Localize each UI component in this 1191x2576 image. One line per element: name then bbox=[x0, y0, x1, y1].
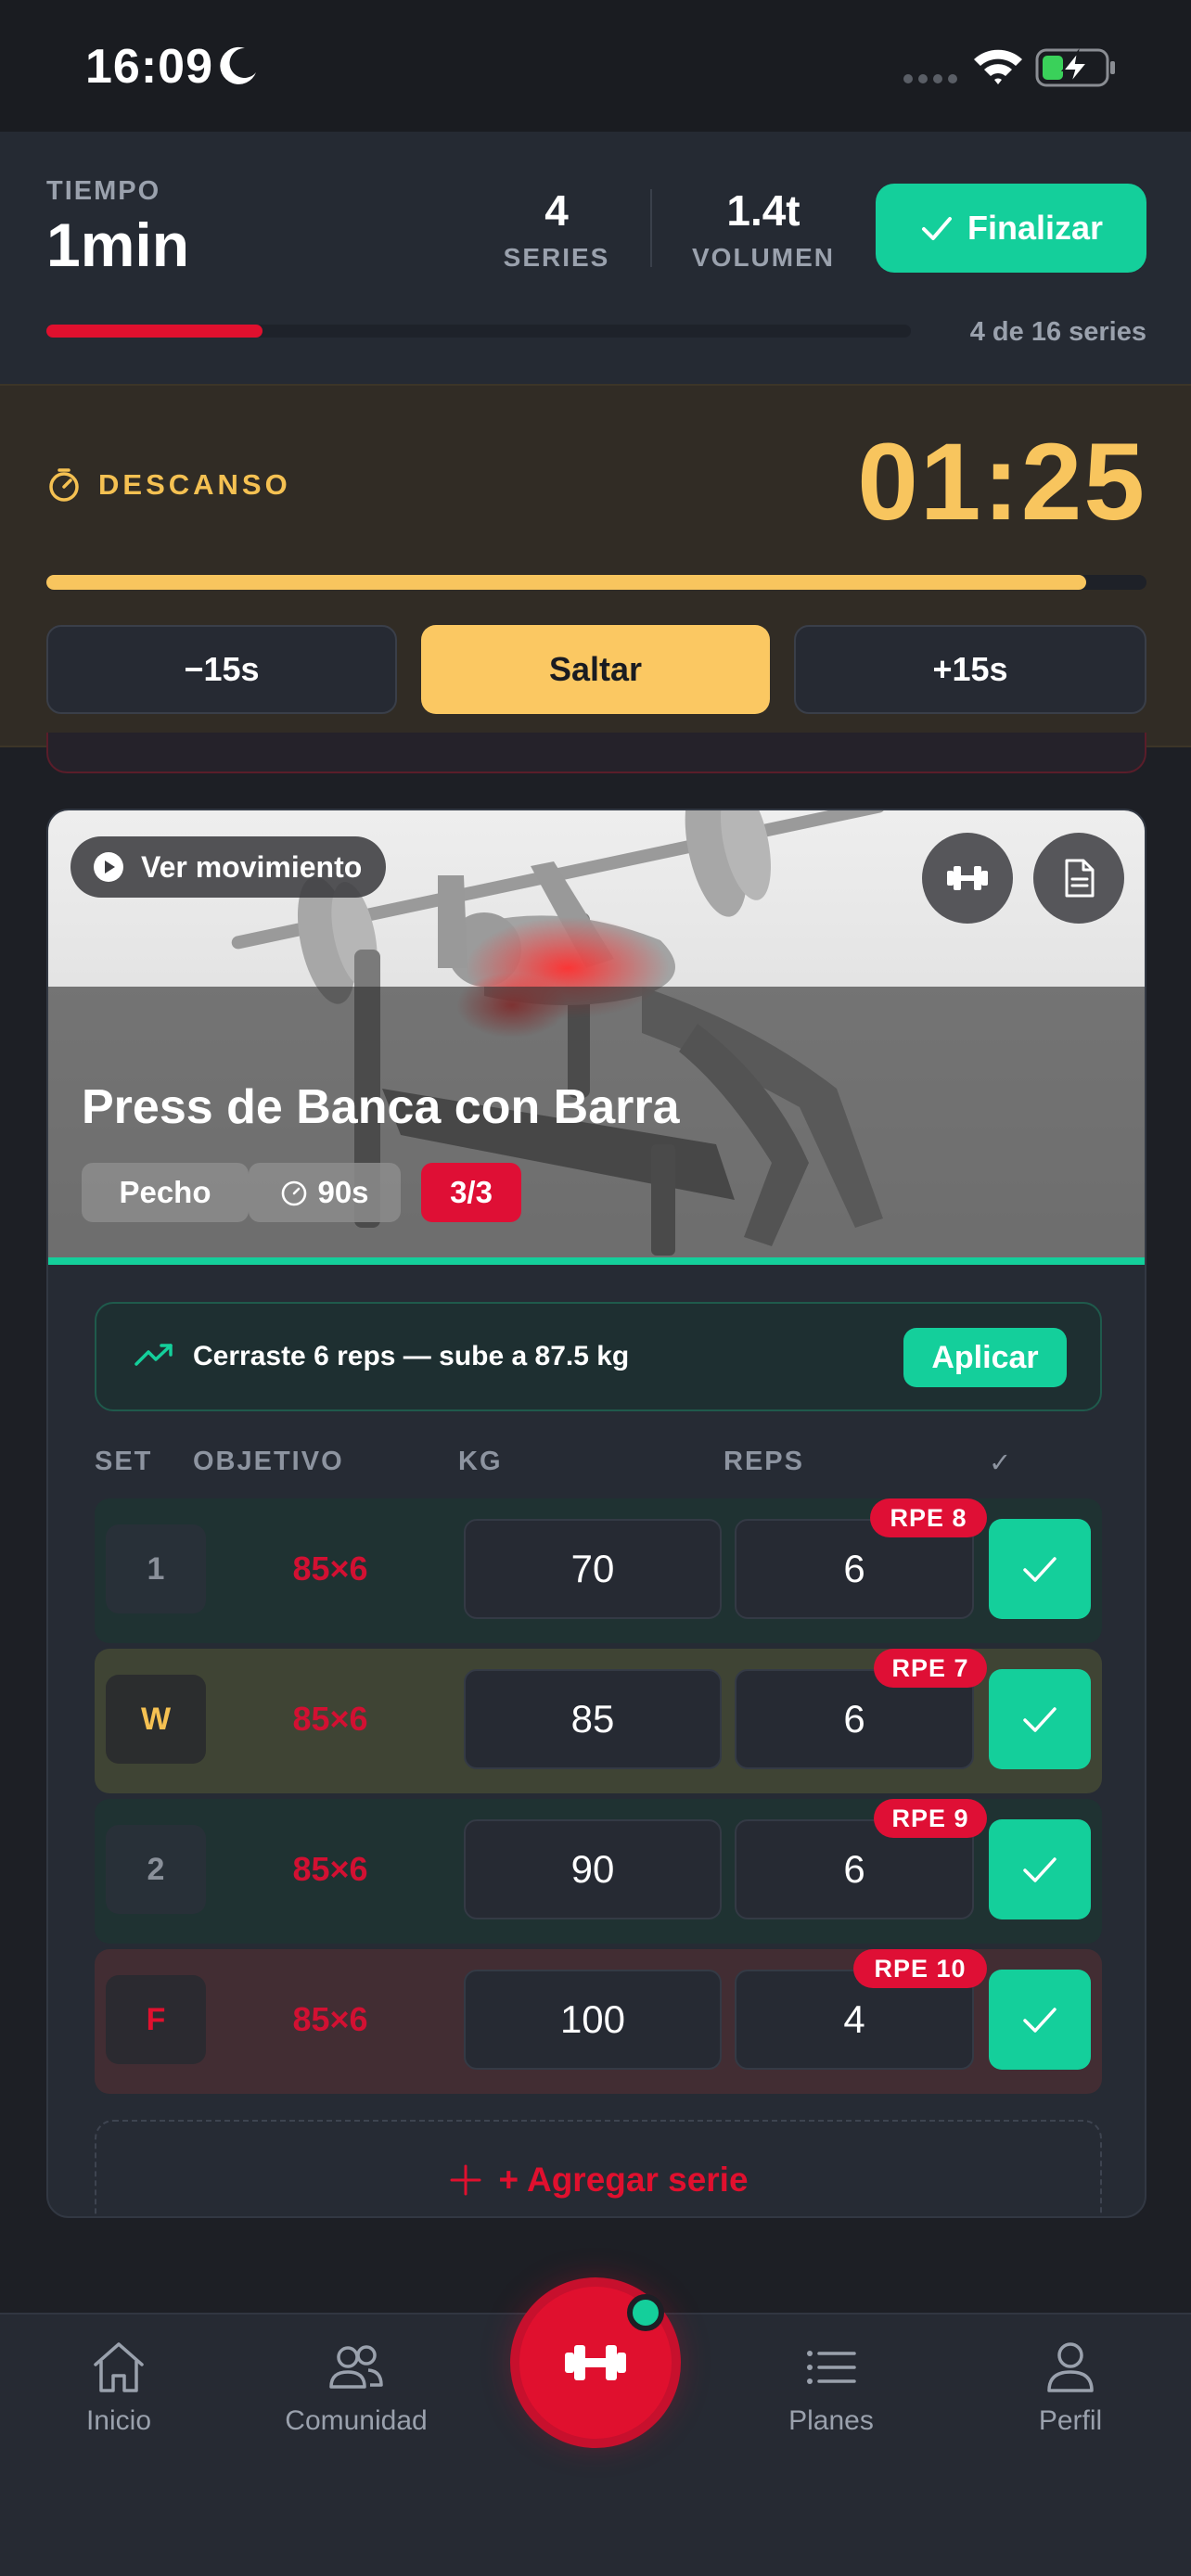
column-header-done: ✓ bbox=[989, 1448, 1014, 1478]
list-icon bbox=[807, 2351, 856, 2384]
set-row: 2 85×6 90 6 RPE 9 bbox=[95, 1799, 1102, 1944]
weight-input[interactable]: 85 bbox=[464, 1669, 722, 1769]
subtract-15s-button[interactable]: −15s bbox=[46, 625, 397, 714]
add-set-button[interactable]: + Agregar serie bbox=[95, 2120, 1102, 2216]
column-header-objective: OBJETIVO bbox=[193, 1447, 344, 1476]
tab-profile[interactable]: Perfil bbox=[968, 2337, 1172, 2437]
rest-label: DESCANSO bbox=[98, 468, 291, 501]
moon-icon bbox=[220, 46, 256, 84]
set-row: 1 85×6 70 6 RPE 8 bbox=[95, 1498, 1102, 1643]
active-workout-indicator bbox=[627, 2294, 664, 2331]
rpe-badge[interactable]: RPE 7 bbox=[874, 1649, 987, 1688]
timer-icon bbox=[282, 1180, 307, 1206]
elapsed-time-value: 1min bbox=[46, 210, 190, 279]
sets-progress-tag: 3/3 bbox=[421, 1163, 521, 1222]
rest-time-tag: 90s bbox=[249, 1163, 401, 1222]
tab-community[interactable]: Comunidad bbox=[254, 2337, 458, 2437]
tab-plans[interactable]: Planes bbox=[729, 2337, 933, 2437]
workout-progress-text: 4 de 16 series bbox=[969, 317, 1146, 347]
weight-input[interactable]: 100 bbox=[464, 1970, 722, 2070]
set-number[interactable]: F bbox=[106, 1975, 206, 2064]
volume-label: VOLUMEN bbox=[692, 243, 835, 272]
finish-button-label: Finalizar bbox=[967, 209, 1104, 247]
tab-home-label: Inicio bbox=[85, 2405, 152, 2436]
status-time: 16:09 bbox=[85, 40, 213, 94]
plus-icon bbox=[450, 2164, 481, 2196]
set-row-failure: F 85×6 100 4 RPE 10 bbox=[95, 1949, 1102, 2094]
set-row-warmup: W 85×6 85 6 RPE 7 bbox=[95, 1649, 1102, 1793]
column-header-set: SET bbox=[95, 1447, 153, 1476]
exercise-card: Ver movimiento Press de Banca con Barra … bbox=[46, 809, 1146, 2218]
users-icon bbox=[329, 2345, 383, 2389]
notes-button[interactable] bbox=[1033, 833, 1124, 924]
watch-movement-button[interactable]: Ver movimiento bbox=[70, 836, 387, 898]
rpe-badge[interactable]: RPE 10 bbox=[853, 1949, 987, 1988]
skip-rest-button[interactable]: Saltar bbox=[421, 625, 770, 714]
set-number[interactable]: 1 bbox=[106, 1524, 206, 1613]
set-number[interactable]: 2 bbox=[106, 1825, 206, 1914]
document-icon bbox=[1065, 859, 1095, 898]
suggestion-text: Cerraste 6 reps — sube a 87.5 kg bbox=[193, 1341, 630, 1371]
rest-progress-fill bbox=[46, 575, 1086, 590]
tab-plans-label: Planes bbox=[788, 2405, 874, 2436]
column-header-reps: REPS bbox=[724, 1447, 804, 1476]
rpe-badge[interactable]: RPE 8 bbox=[870, 1498, 987, 1537]
home-icon bbox=[94, 2342, 144, 2392]
weight-input[interactable]: 70 bbox=[464, 1519, 722, 1619]
column-header-kg: KG bbox=[458, 1447, 503, 1476]
check-icon bbox=[1023, 1857, 1057, 1882]
elapsed-time-label: TIEMPO bbox=[46, 176, 161, 206]
trending-up-icon bbox=[134, 1344, 173, 1366]
dumbbell-icon bbox=[947, 866, 988, 890]
wifi-icon bbox=[974, 49, 1022, 84]
rest-time-value: 90s bbox=[317, 1175, 369, 1209]
timer-icon bbox=[49, 468, 79, 502]
finish-workout-button[interactable]: Finalizar bbox=[876, 184, 1146, 273]
watch-movement-label: Ver movimiento bbox=[141, 849, 363, 884]
add-set-label: + Agregar serie bbox=[498, 2161, 749, 2199]
check-icon bbox=[1023, 2008, 1057, 2033]
weight-input[interactable]: 90 bbox=[464, 1819, 722, 1919]
exercise-title: Press de Banca con Barra bbox=[82, 1080, 680, 1134]
set-target: 85×6 bbox=[292, 1549, 368, 1588]
complete-set-button[interactable] bbox=[989, 1669, 1091, 1769]
add-15s-button[interactable]: +15s bbox=[794, 625, 1146, 714]
complete-set-button[interactable] bbox=[989, 1519, 1091, 1619]
set-target: 85×6 bbox=[292, 1850, 368, 1888]
cellular-signal-icon bbox=[903, 74, 957, 83]
set-target: 85×6 bbox=[292, 1700, 368, 1738]
exercise-active-indicator bbox=[48, 1257, 1145, 1265]
volume-value: 1.4t bbox=[726, 186, 800, 235]
tab-profile-label: Perfil bbox=[1038, 2405, 1103, 2436]
previous-exercise-card-edge bbox=[46, 733, 1146, 773]
apply-suggestion-button[interactable]: Aplicar bbox=[903, 1328, 1067, 1387]
set-target: 85×6 bbox=[292, 2000, 368, 2038]
battery-charging-icon bbox=[1035, 48, 1115, 87]
play-icon bbox=[94, 852, 123, 882]
set-number[interactable]: W bbox=[106, 1675, 206, 1764]
complete-set-button[interactable] bbox=[989, 1819, 1091, 1919]
check-icon bbox=[1023, 1557, 1057, 1582]
tab-community-label: Comunidad bbox=[285, 2405, 428, 2436]
rest-countdown: 01:25 bbox=[857, 421, 1146, 543]
series-count: 4 bbox=[544, 186, 569, 235]
dumbbell-icon bbox=[565, 2345, 626, 2380]
check-icon bbox=[1023, 1707, 1057, 1732]
complete-set-button[interactable] bbox=[989, 1970, 1091, 2070]
tab-home[interactable]: Inicio bbox=[17, 2337, 221, 2437]
stat-divider bbox=[650, 189, 652, 267]
progression-suggestion: Cerraste 6 reps — sube a 87.5 kg Aplicar bbox=[95, 1302, 1102, 1411]
muscle-tag: Pecho bbox=[82, 1163, 249, 1222]
user-icon bbox=[1047, 2342, 1094, 2392]
equipment-button[interactable] bbox=[922, 833, 1013, 924]
check-icon bbox=[921, 217, 952, 240]
series-label: SERIES bbox=[503, 243, 610, 272]
workout-progress-fill bbox=[46, 325, 263, 338]
rpe-badge[interactable]: RPE 9 bbox=[874, 1799, 987, 1838]
